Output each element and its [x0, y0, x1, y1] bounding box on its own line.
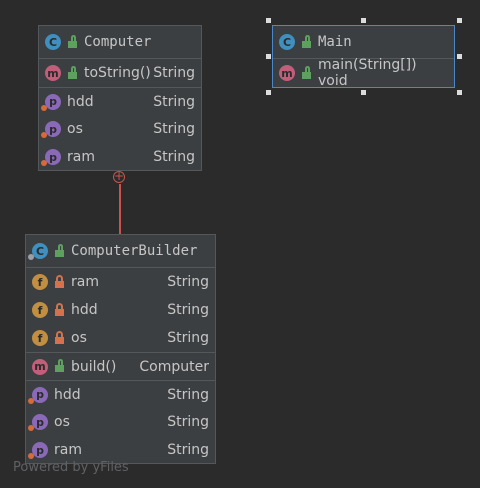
private-lock-icon [53, 330, 65, 344]
public-lock-icon [300, 34, 312, 48]
field-icon: f [32, 302, 48, 318]
class-computer[interactable]: C Computer m toString() String p hdd Str… [38, 25, 202, 171]
resize-handle[interactable] [361, 18, 366, 23]
class-main[interactable]: C Main m main(String[]) void [272, 25, 455, 89]
resize-handle[interactable] [457, 90, 462, 95]
public-lock-icon [300, 65, 312, 79]
resize-handle[interactable] [457, 54, 462, 59]
private-lock-icon [53, 302, 65, 316]
property-type: String [167, 386, 209, 403]
property-name: os [67, 121, 83, 137]
field-row[interactable]: f hdd String [26, 296, 215, 324]
class-title: ComputerBuilder [71, 243, 198, 259]
method-row[interactable]: m main(String[]) void [273, 57, 454, 89]
static-method-icon: m [279, 65, 295, 81]
method-row[interactable]: m build() Computer [26, 352, 215, 380]
property-name: ram [54, 442, 82, 458]
property-icon: p [41, 121, 61, 138]
field-row[interactable]: f ram String [26, 268, 215, 296]
property-icon: p [41, 149, 61, 166]
public-lock-icon [66, 65, 78, 79]
property-type: String [167, 414, 209, 430]
property-row[interactable]: p os String [39, 115, 201, 143]
class-icon: C [45, 34, 61, 50]
property-row[interactable]: p ram String [39, 143, 201, 171]
public-lock-icon [53, 243, 65, 257]
property-name: ram [67, 149, 95, 165]
field-type: String [167, 302, 209, 318]
class-header: C ComputerBuilder [26, 235, 215, 268]
field-icon: f [32, 274, 48, 290]
resize-handle[interactable] [266, 18, 271, 23]
property-type: String [167, 442, 209, 458]
field-icon: f [32, 330, 48, 346]
method-type: Computer [139, 358, 209, 375]
resize-handle[interactable] [361, 90, 366, 95]
method-icon: m [45, 65, 61, 81]
field-name: hdd [71, 302, 98, 318]
resize-handle[interactable] [457, 18, 462, 23]
property-icon: p [28, 386, 48, 404]
property-name: os [54, 414, 70, 430]
field-type: String [167, 274, 209, 290]
field-type: String [167, 330, 209, 346]
property-row[interactable]: p hdd String [26, 380, 215, 408]
inner-class-edge[interactable] [119, 184, 121, 234]
powered-by-watermark: Powered by yFiles [13, 460, 129, 475]
property-icon: p [28, 442, 48, 459]
property-row[interactable]: p hdd String [39, 87, 201, 115]
method-name: build() [71, 358, 117, 375]
resize-handle[interactable] [266, 54, 271, 59]
property-row[interactable]: p os String [26, 408, 215, 436]
inner-class-connector-icon: + [113, 169, 125, 183]
property-name: hdd [54, 386, 81, 403]
public-lock-icon [66, 34, 78, 48]
private-lock-icon [53, 274, 65, 288]
method-name: toString() [84, 65, 151, 81]
class-title: Main [318, 34, 352, 50]
method-row[interactable]: m toString() String [39, 59, 201, 87]
class-icon: C [279, 34, 295, 50]
field-name: os [71, 330, 87, 346]
class-icon: C [28, 243, 48, 260]
resize-handle[interactable] [266, 90, 271, 95]
property-icon: p [28, 414, 48, 431]
property-type: String [153, 121, 195, 137]
method-type: String [153, 65, 195, 81]
field-row[interactable]: f os String [26, 324, 215, 352]
field-name: ram [71, 274, 99, 290]
class-header: C Main [273, 26, 454, 59]
class-computer-builder[interactable]: C ComputerBuilder f ram String f hdd Str… [25, 234, 216, 464]
method-name: main(String[]) void [318, 57, 417, 89]
public-lock-icon [53, 359, 65, 373]
method-icon: m [32, 358, 48, 375]
property-type: String [153, 149, 195, 165]
property-name: hdd [67, 93, 94, 110]
property-type: String [153, 93, 195, 110]
class-header: C Computer [39, 26, 201, 59]
class-title: Computer [84, 34, 152, 50]
property-icon: p [41, 93, 61, 111]
